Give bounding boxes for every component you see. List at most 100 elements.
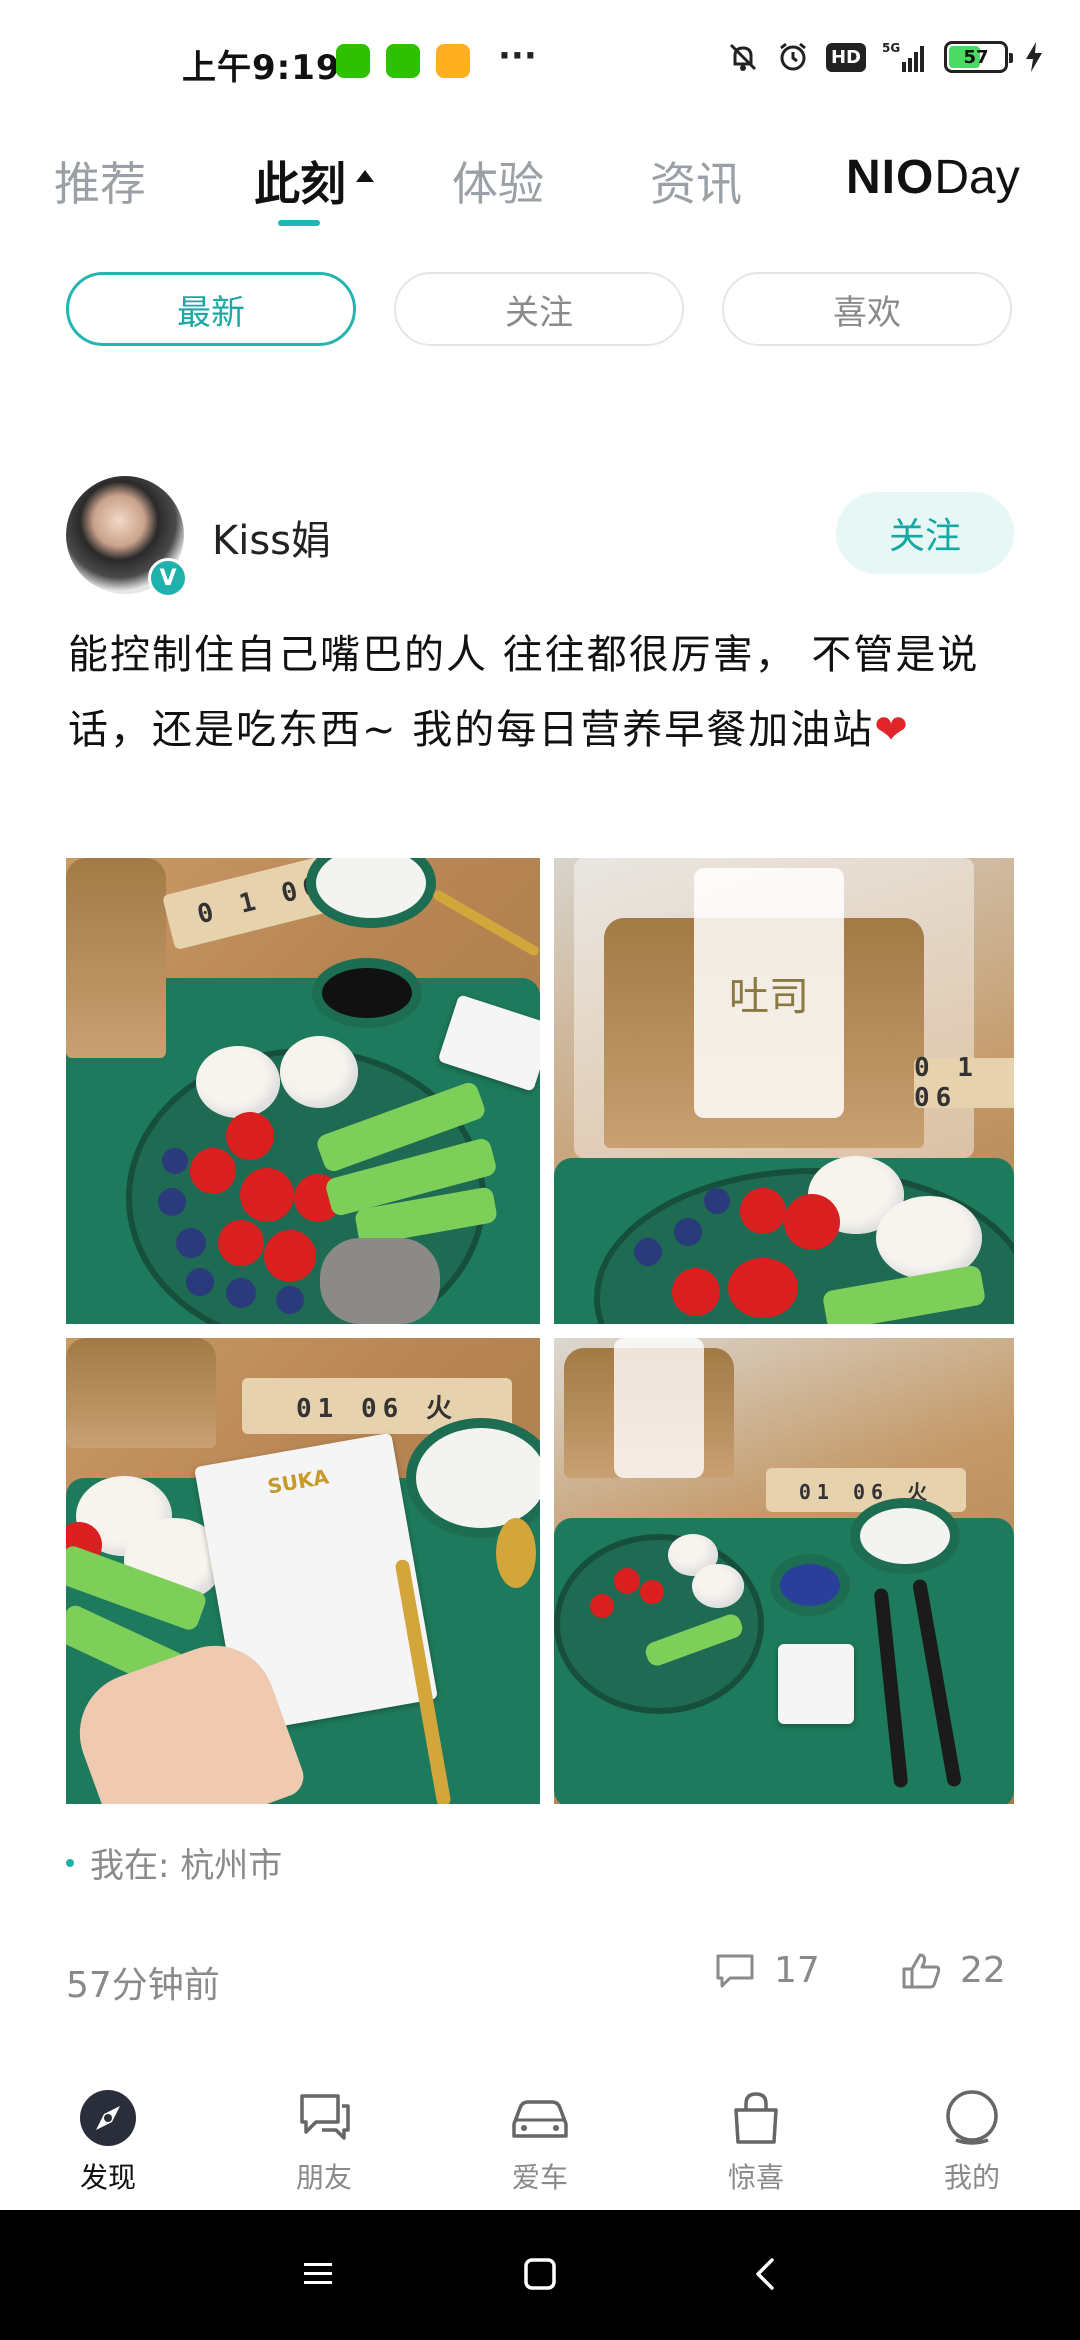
photo-bread-label	[614, 1338, 704, 1478]
wechat-icon	[386, 44, 420, 78]
photo-sauce	[312, 958, 422, 1028]
filter-following[interactable]: 关注	[394, 272, 684, 346]
svg-text:5G: 5G	[882, 41, 900, 55]
like-button[interactable]: 22	[900, 1950, 1006, 1991]
photo-tomato	[672, 1268, 720, 1316]
photo-tomato	[226, 1112, 274, 1160]
bottom-nav: 发现 朋友 爱车 惊喜 我的	[0, 2070, 1080, 2210]
charging-icon	[1024, 40, 1044, 74]
tab-news[interactable]: 资讯	[650, 148, 742, 214]
photo-tomato	[590, 1594, 614, 1618]
photo-tomato	[264, 1230, 316, 1282]
photo-tomato	[240, 1168, 294, 1222]
active-tab-indicator	[278, 220, 320, 226]
post-photo-4[interactable]: 01 06 火	[554, 1338, 1014, 1804]
tab-dropdown-caret-icon[interactable]	[356, 170, 374, 182]
more-notifications-icon: ···	[498, 36, 537, 76]
post-username[interactable]: Kiss娟	[212, 508, 331, 566]
photo-tomato	[614, 1568, 640, 1594]
shopping-bag-icon	[734, 2092, 778, 2144]
nav-friends[interactable]: 朋友	[264, 2088, 384, 2196]
photo-tomato	[740, 1188, 786, 1234]
alarm-clock-icon	[776, 40, 810, 74]
location-text: 我在: 杭州市	[90, 1846, 283, 1886]
tab-nio-day[interactable]: NIODay	[846, 150, 1020, 205]
hd-voice-icon: HD	[825, 42, 866, 72]
photo-tomato	[728, 1258, 798, 1318]
nav-label-surprise: 惊喜	[727, 2161, 784, 2194]
status-time: 上午9:19	[182, 48, 341, 88]
compass-icon	[80, 2090, 136, 2146]
post-photo-1[interactable]: 0 1 06	[66, 858, 540, 1324]
post-time: 57分钟前	[66, 1965, 220, 2006]
photo-cup	[850, 1498, 960, 1574]
tab-now[interactable]: 此刻	[254, 148, 346, 214]
photo-egg	[692, 1564, 744, 1608]
photo-blueberry	[276, 1286, 304, 1314]
nav-discover[interactable]: 发现	[48, 2088, 168, 2196]
menu-icon	[304, 2263, 332, 2284]
photo-bread	[66, 858, 166, 1058]
profile-icon	[946, 2090, 998, 2145]
filter-pills: 最新 关注 喜欢	[0, 272, 1080, 348]
photo-blueberry	[186, 1268, 214, 1296]
status-bar: 上午9:19 ··· HD 5G 57	[0, 0, 1080, 96]
recent-apps-button[interactable]	[300, 2256, 336, 2296]
photo-blueberry	[674, 1218, 702, 1246]
photo-blueberry	[158, 1188, 186, 1216]
photo-blueberry	[162, 1148, 188, 1174]
photo-bread	[66, 1338, 216, 1448]
photo-packet	[778, 1644, 854, 1724]
back-button[interactable]	[748, 2256, 784, 2296]
photo-bread-label: 吐司	[694, 868, 844, 1118]
nav-surprise[interactable]: 惊喜	[696, 2088, 816, 2196]
comment-icon	[716, 1954, 754, 1987]
photo-blueberry	[176, 1228, 206, 1258]
nav-label-friends: 朋友	[295, 2161, 352, 2194]
thumbs-up-icon	[902, 1953, 941, 1988]
post-location[interactable]: 我在: 杭州市	[66, 1838, 282, 1887]
post-photo-3[interactable]: 01 06 火 SUKA	[66, 1338, 540, 1804]
comment-button[interactable]: 17	[714, 1950, 820, 1991]
nav-me[interactable]: 我的	[912, 2088, 1032, 2196]
filter-liked[interactable]: 喜欢	[722, 272, 1012, 346]
post-text-body: 能控制住自己嘴巴的人 往往都很厉害， 不管是说话，还是吃东西~ 我的每日营养早餐…	[68, 632, 980, 753]
nav-label-me: 我的	[943, 2161, 1000, 2194]
notes-app-icon	[436, 44, 470, 78]
post-photo-2[interactable]: 吐司 0 1 06	[554, 858, 1014, 1324]
nav-label-discover: 发现	[79, 2161, 136, 2194]
home-square-icon	[524, 2258, 556, 2290]
nio-day-logo-light: Day	[934, 151, 1020, 204]
wechat-icon	[336, 44, 370, 78]
filter-latest[interactable]: 最新	[66, 272, 356, 346]
nio-day-logo-bold: NIO	[846, 151, 935, 204]
verified-badge-icon: V	[148, 558, 188, 598]
battery-level: 57	[963, 46, 989, 68]
photo-tomato	[190, 1148, 236, 1194]
photo-blueberry	[226, 1278, 256, 1308]
back-chevron-icon	[756, 2258, 774, 2290]
mute-bell-icon	[726, 40, 760, 74]
photo-mushroom	[320, 1238, 440, 1324]
photo-tomato	[784, 1194, 840, 1250]
tab-experience[interactable]: 体验	[452, 148, 544, 214]
avatar[interactable]: V	[66, 476, 188, 598]
like-count: 22	[960, 1950, 1006, 1991]
location-dot-icon	[66, 1858, 74, 1867]
status-icons: HD 5G 57	[726, 40, 1044, 74]
nav-car[interactable]: 爱车	[480, 2088, 600, 2196]
photo-egg	[196, 1046, 280, 1118]
photo-blueberry	[704, 1188, 730, 1214]
post-meta: 57分钟前 17 22	[66, 1950, 1016, 2010]
follow-button[interactable]: 关注	[836, 492, 1014, 574]
battery-indicator: 57	[944, 41, 1013, 73]
photo-egg	[280, 1036, 358, 1108]
signal-icon: 5G	[882, 40, 928, 74]
top-tabs: 推荐 此刻 体验 资讯 NIODay	[0, 130, 1080, 240]
chat-bubbles-icon	[300, 2094, 350, 2140]
photo-date-block: 0 1 06	[914, 1053, 1014, 1113]
post-text: 能控制住自己嘴巴的人 往往都很厉害， 不管是说话，还是吃东西~ 我的每日营养早餐…	[68, 618, 1018, 768]
tab-recommend[interactable]: 推荐	[54, 148, 146, 214]
heart-emoji: ❤	[874, 707, 910, 753]
home-button[interactable]	[522, 2256, 558, 2296]
